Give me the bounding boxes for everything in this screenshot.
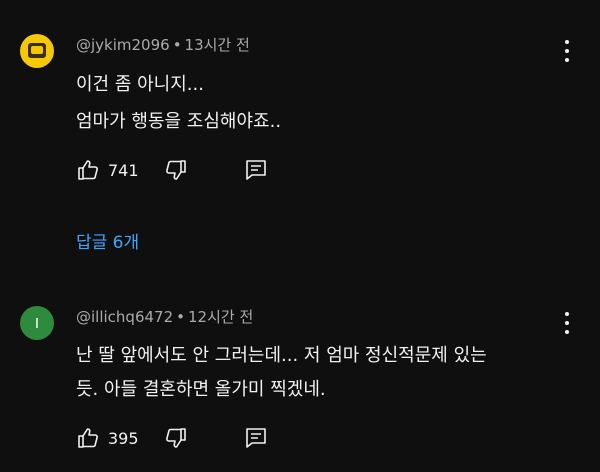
author-name[interactable]: @jykim2096 [76, 36, 170, 54]
like-button[interactable] [76, 426, 100, 450]
thumb-down-icon [166, 160, 186, 180]
reply-button[interactable] [244, 158, 268, 182]
more-vert-icon[interactable] [564, 40, 570, 62]
reply-comment-icon [246, 160, 266, 180]
thumb-down-icon [166, 428, 186, 448]
comment-text-line: 엄마가 행동을 조심해야죠.. [76, 111, 282, 132]
comment-text-line: 난 딸 앞에서도 안 그러는데... 저 엄마 정신적문제 있는 [76, 345, 487, 366]
comment-meta: @illichq6472 • 12시간 전 [76, 306, 253, 327]
avatar[interactable]: I [20, 306, 54, 340]
dislike-button[interactable] [164, 426, 188, 450]
comment-text-line: 이건 좀 아니지... [76, 74, 204, 95]
comment-time: 13시간 전 [184, 36, 250, 54]
comment-meta: @jykim2096 • 13시간 전 [76, 34, 250, 55]
reply-comment-icon [246, 428, 266, 448]
like-count: 741 [108, 161, 139, 180]
dislike-button[interactable] [164, 158, 188, 182]
view-replies-link[interactable]: 답글 6개 [76, 228, 139, 253]
like-count: 395 [108, 429, 139, 448]
author-name[interactable]: @illichq6472 [76, 308, 173, 326]
comment-time: 12시간 전 [187, 308, 254, 326]
avatar-letter: I [34, 314, 40, 332]
meta-separator: • [176, 308, 185, 326]
meta-separator: • [172, 36, 182, 54]
comment-text-line: 듯. 아들 결혼하면 올가미 찍겠네. [76, 379, 326, 400]
like-button[interactable] [76, 158, 100, 182]
avatar[interactable] [20, 34, 54, 68]
thumb-up-icon [78, 160, 98, 180]
more-vert-icon[interactable] [564, 312, 570, 334]
reply-button[interactable] [244, 426, 268, 450]
thumb-up-icon [78, 428, 98, 448]
